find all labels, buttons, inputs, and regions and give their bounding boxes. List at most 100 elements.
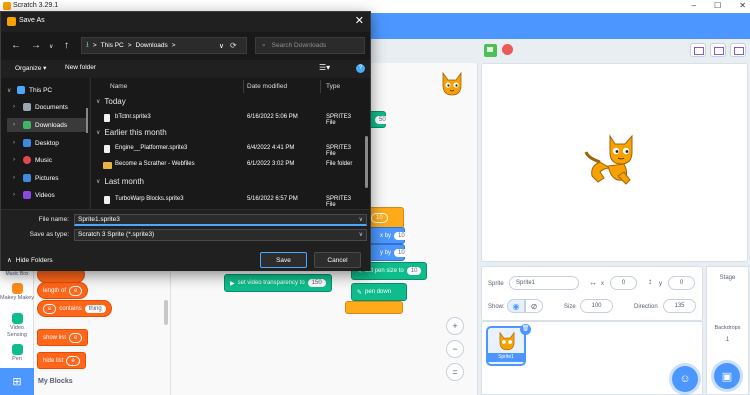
group-header-earlier-this-month[interactable]: ∨ Earlier this month — [96, 128, 167, 137]
close-window-button[interactable]: ✕ — [739, 1, 746, 10]
hide-sprite-button[interactable]: ⊘ — [525, 299, 543, 313]
pen-down-block[interactable]: ✎ pen down — [351, 283, 407, 301]
file-list-scrollbar[interactable] — [365, 96, 368, 208]
sprite-cat-icon[interactable] — [582, 132, 642, 192]
tree-item-downloads[interactable]: › Downloads — [7, 118, 87, 132]
address-dropdown-icon[interactable]: ∨ — [219, 42, 224, 50]
size-input[interactable]: 100 — [580, 299, 613, 313]
expand-chevron-icon[interactable]: › — [13, 192, 19, 198]
file-row[interactable]: bTctnr.sprite3 6/16/2022 5:06 PM SPRITE3… — [91, 111, 361, 126]
set-video-transparency-block[interactable]: ▶ set video transparency to 150 — [224, 274, 332, 292]
x-position-input[interactable]: 0 — [610, 276, 637, 290]
direction-input[interactable]: 135 — [663, 299, 696, 313]
address-bar[interactable]: ⭳ > This PC > Downloads > ∨ — [81, 37, 247, 54]
forward-arrow-icon[interactable]: → — [31, 40, 41, 51]
save-type-dropdown-icon[interactable]: ∨ — [359, 230, 363, 240]
expand-chevron-icon[interactable]: › — [13, 104, 19, 110]
list-contains-block[interactable]: e contains thing — [37, 300, 112, 317]
file-name-input[interactable]: Sprite1.sprite3 ∨ — [74, 214, 367, 226]
help-icon[interactable]: ? — [356, 64, 365, 73]
length-of-block[interactable]: length of e — [37, 282, 89, 299]
small-stage-button[interactable] — [690, 43, 706, 57]
eye-slash-icon: ⊘ — [530, 301, 538, 311]
stop-icon[interactable] — [502, 44, 513, 55]
navigation-pane: ∨ This PC › Documents › Downloads › Desk… — [1, 78, 89, 209]
save-as-type-select[interactable]: Scratch 3 Sprite (*.sprite3) ∨ — [74, 229, 367, 241]
stage-selector[interactable]: Stage Backdrops 1 ▣ — [706, 266, 749, 395]
dialog-title: Save As — [19, 17, 45, 24]
add-backdrop-button[interactable]: ▣ — [714, 363, 740, 389]
category-extension-partial[interactable]: Music Box — [0, 271, 34, 278]
file-name-dropdown-icon[interactable]: ∨ — [359, 215, 363, 225]
cancel-button[interactable]: Cancel — [314, 252, 361, 268]
save-button[interactable]: Save — [260, 252, 307, 268]
stage[interactable] — [481, 63, 748, 262]
delete-sprite-icon[interactable]: 🗑 — [520, 324, 531, 335]
view-options-icon[interactable]: ☰▾ — [319, 63, 330, 72]
add-extension-button[interactable]: ⊞ — [0, 368, 34, 395]
file-row[interactable]: Become a Scrather - Webfiles 6/1/2022 3:… — [91, 158, 361, 172]
column-name[interactable]: Name — [110, 83, 127, 90]
tree-item-music[interactable]: › Music — [13, 153, 93, 167]
pen-block-icon: ✎ — [357, 289, 363, 296]
group-header-last-month[interactable]: ∨ Last month — [96, 177, 144, 186]
breadcrumb-this-pc[interactable]: This PC — [101, 42, 124, 49]
category-video-sensing[interactable]: Video Sensing — [0, 313, 34, 339]
group-collapse-icon: ∨ — [96, 99, 101, 105]
dialog-navigation-bar: ← → ∨ ↑ ⭳ > This PC > Downloads > ∨ ⟳ ⌕ … — [1, 32, 370, 60]
chevron-up-icon: ∧ — [7, 257, 12, 264]
recent-locations-chevron-icon[interactable]: ∨ — [49, 43, 53, 50]
palette-scrollbar[interactable] — [164, 300, 168, 325]
organize-menu[interactable]: Organize ▾ — [15, 64, 46, 72]
minimize-button[interactable]: – — [692, 1, 696, 10]
column-date-modified[interactable]: Date modified — [247, 83, 287, 90]
file-row[interactable]: Engine__Platformer.sprite3 6/4/2022 4:41… — [91, 142, 361, 157]
expand-chevron-icon[interactable]: › — [13, 140, 19, 146]
tree-item-videos[interactable]: › Videos — [13, 188, 93, 202]
expand-chevron-icon[interactable]: › — [13, 157, 19, 163]
zoom-out-button[interactable]: − — [446, 340, 464, 358]
file-row[interactable]: TurboWarp Blocks.sprite3 5/16/2022 6:57 … — [91, 193, 361, 207]
nav-pane-scrollbar[interactable] — [86, 108, 88, 133]
show-sprite-button[interactable]: ◉ — [507, 299, 525, 313]
collapse-chevron-icon[interactable]: ∨ — [7, 87, 13, 94]
hide-list-block[interactable]: hide list e — [37, 352, 86, 369]
scratch-app-icon — [3, 2, 11, 10]
tree-item-this-pc[interactable]: ∨ This PC — [7, 83, 87, 97]
breadcrumb-downloads[interactable]: Downloads — [136, 42, 168, 49]
tree-item-desktop[interactable]: › Desktop — [13, 136, 93, 150]
control-block-bottom[interactable] — [345, 301, 403, 314]
hide-folders-toggle[interactable]: ∧ Hide Folders — [7, 256, 53, 265]
breadcrumb-separator: > — [171, 42, 176, 49]
show-list-block[interactable]: show list e — [37, 329, 89, 346]
fullscreen-button[interactable] — [730, 43, 746, 57]
search-box[interactable]: ⌕ Search Downloads — [255, 37, 365, 54]
category-pen[interactable]: Pen — [0, 344, 34, 363]
add-sprite-button[interactable]: ☺ — [672, 366, 698, 392]
zoom-reset-button[interactable]: = — [446, 363, 464, 381]
tree-item-pictures[interactable]: › Pictures — [13, 171, 93, 185]
refresh-icon[interactable]: ⟳ — [230, 41, 237, 50]
dialog-footer: File name: Sprite1.sprite3 ∨ Save as typ… — [1, 209, 370, 271]
y-position-input[interactable]: 0 — [668, 276, 695, 290]
expand-chevron-icon[interactable]: › — [13, 122, 19, 128]
new-folder-button[interactable]: New folder — [65, 64, 96, 71]
maximize-button[interactable]: ☐ — [714, 1, 721, 10]
dialog-close-button[interactable]: ✕ — [355, 14, 364, 27]
add-extension-icon: ⊞ — [12, 376, 22, 388]
column-type[interactable]: Type — [326, 83, 340, 90]
large-stage-button[interactable] — [710, 43, 726, 57]
window-title: Scratch 3.29.1 — [13, 2, 59, 9]
zoom-in-button[interactable]: + — [446, 317, 464, 335]
back-arrow-icon[interactable]: ← — [11, 40, 21, 51]
sprite-name-input[interactable]: Sprite1 — [509, 276, 579, 290]
up-arrow-icon[interactable]: ↑ — [64, 40, 69, 51]
backdrop-add-icon: ▣ — [721, 370, 733, 383]
category-makey-makey[interactable]: Makey Makey — [0, 283, 34, 302]
tree-item-documents[interactable]: › Documents — [13, 100, 93, 114]
green-flag-icon[interactable] — [484, 44, 497, 57]
window-controls: – ☐ ✕ — [692, 1, 746, 10]
expand-chevron-icon[interactable]: › — [13, 175, 19, 181]
group-header-today[interactable]: ∨ Today — [96, 97, 126, 106]
sprite-tile[interactable]: Sprite1 🗑 — [486, 324, 531, 366]
